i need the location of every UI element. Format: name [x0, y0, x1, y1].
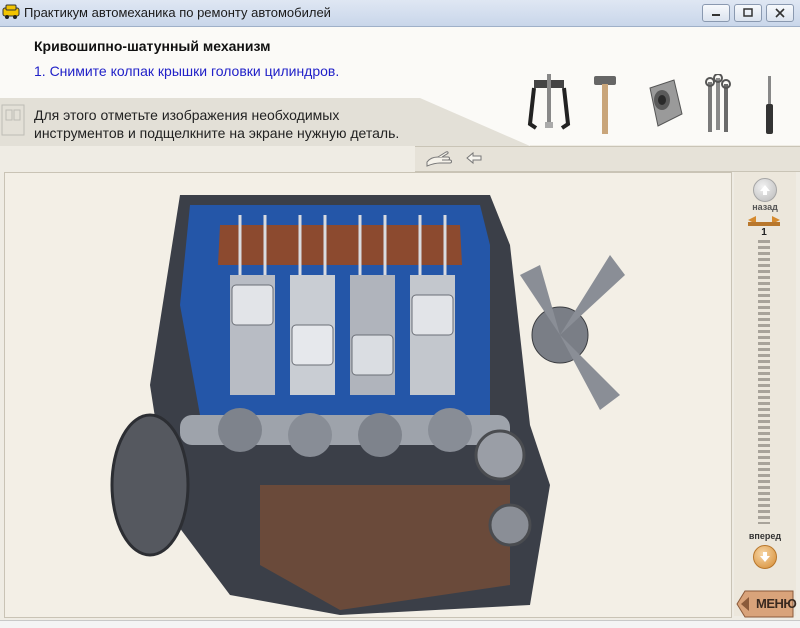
back-label: назад — [752, 202, 778, 212]
arrow-down-icon — [760, 552, 770, 562]
window-title: Практикум автомеханика по ремонту автомо… — [24, 5, 331, 20]
maximize-icon — [743, 8, 753, 17]
hand-pointer-icon[interactable] — [424, 148, 456, 168]
minimize-icon — [712, 14, 720, 16]
close-icon — [775, 8, 785, 18]
socket-head-icon[interactable] — [640, 74, 686, 136]
maximize-button[interactable] — [734, 4, 762, 22]
step-instruction: 1. Снимите колпак крышки головки цилиндр… — [34, 63, 340, 79]
wrench-set-icon[interactable] — [702, 74, 732, 136]
instruction-line-1: Для этого отметьте изображения необходим… — [34, 107, 340, 123]
flywheel — [110, 413, 190, 557]
forward-label: вперед — [748, 531, 782, 541]
engine-cutaway-image[interactable] — [110, 185, 630, 615]
menu-label: МЕНЮ — [756, 596, 797, 611]
current-step-number: 1 — [761, 227, 767, 238]
instruction-band-fold — [420, 98, 530, 146]
instruction-text: Для этого отметьте изображения необходим… — [34, 106, 414, 142]
puller-icon[interactable] — [526, 74, 572, 136]
forward-button[interactable] — [753, 545, 777, 569]
app-icon — [2, 4, 20, 19]
arrow-up-icon — [760, 185, 770, 195]
cooling-fan — [520, 255, 625, 410]
window-titlebar: Практикум автомеханика по ремонту автомо… — [0, 0, 800, 27]
topic-title: Кривошипно-шатунный механизм — [34, 38, 271, 54]
hammer-icon[interactable] — [592, 74, 618, 136]
screwdriver-icon[interactable] — [760, 74, 780, 136]
back-button[interactable] — [753, 178, 777, 202]
engine-sketch-decoration — [1, 104, 25, 136]
instruction-line-2: инструментов и подщелкните на экране нуж… — [34, 125, 400, 141]
close-button[interactable] — [766, 4, 794, 22]
arrow-left-icon[interactable] — [466, 151, 482, 165]
step-slider-track[interactable] — [758, 240, 770, 524]
minimize-button[interactable] — [702, 4, 730, 22]
